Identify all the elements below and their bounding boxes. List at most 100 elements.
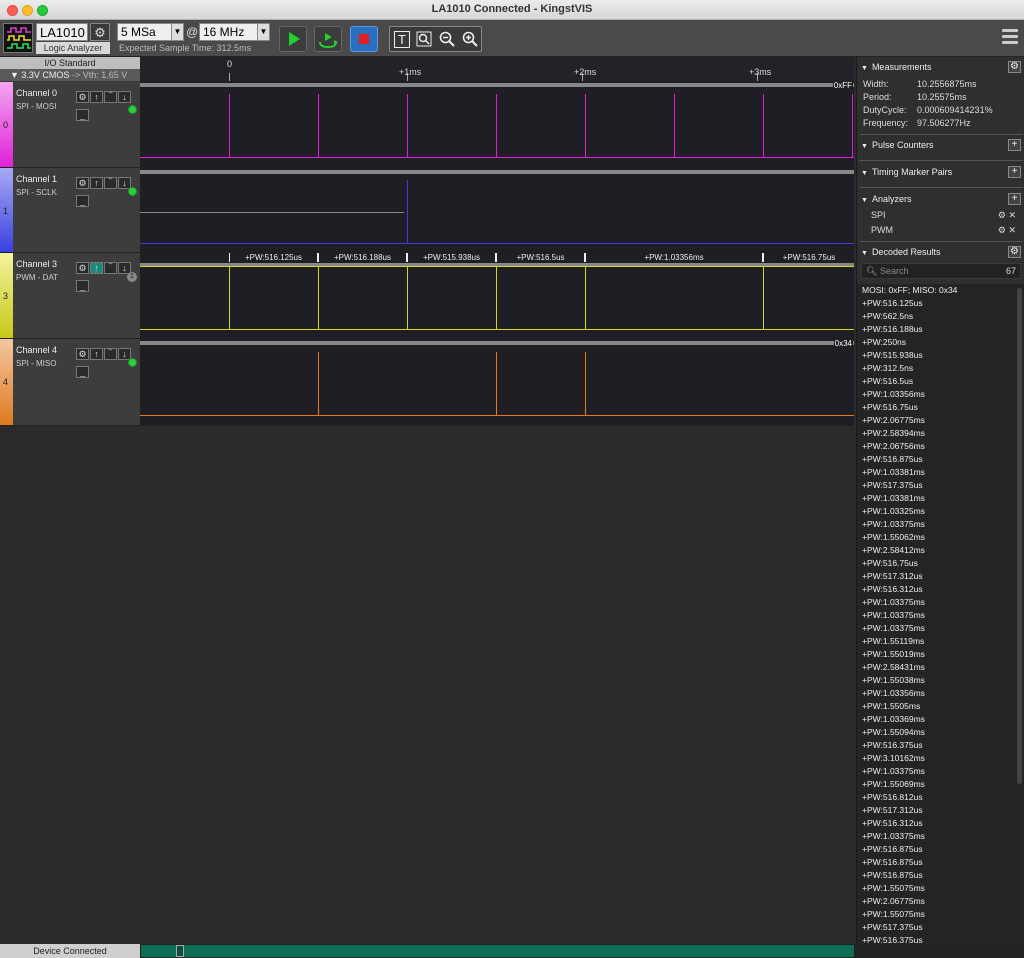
decoded-result-item[interactable]: +PW:516.375us: [857, 934, 1024, 944]
gear-icon[interactable]: ⚙: [1008, 246, 1021, 258]
close-icon[interactable]: ✕: [1008, 225, 1016, 235]
decoded-result-item[interactable]: +PW:516.875us: [857, 856, 1024, 869]
decoded-result-item[interactable]: +PW:3.10162ms: [857, 752, 1024, 765]
decoded-result-item[interactable]: +PW:1.03381ms: [857, 466, 1024, 479]
decoded-result-item[interactable]: +PW:1.55062ms: [857, 531, 1024, 544]
search-input[interactable]: 🔍︎ Search 67: [861, 263, 1021, 279]
decoded-result-item[interactable]: +PW:516.188us: [857, 323, 1024, 336]
decoded-result-item[interactable]: +PW:517.375us: [857, 921, 1024, 934]
decoded-result-item[interactable]: +PW:1.03356ms: [857, 687, 1024, 700]
overview-handle[interactable]: [176, 945, 184, 957]
decoded-result-item[interactable]: +PW:1.55019ms: [857, 648, 1024, 661]
decoded-result-item[interactable]: +PW:2.58431ms: [857, 661, 1024, 674]
decoded-result-item[interactable]: +PW:516.5us: [857, 375, 1024, 388]
decoded-result-item[interactable]: +PW:516.312us: [857, 583, 1024, 596]
pwm-decode-label[interactable]: +PW:515.938us: [407, 253, 496, 262]
analyzer-item-pwm[interactable]: PWM: [871, 225, 893, 235]
zoom-in-icon[interactable]: [460, 30, 480, 49]
decoded-result-item[interactable]: +PW:2.06756ms: [857, 440, 1024, 453]
decoded-results-list[interactable]: MOSI: 0xFF; MISO: 0x34 +PW:516.125us +PW:5…: [857, 284, 1024, 944]
channel-row-0[interactable]: 0 Channel 0 SPI - MOSI ⚙ ↑ ‾ ↓ _: [0, 82, 140, 168]
io-standard-select[interactable]: ▼ 3.3V CMOS -> Vth: 1.65 V: [0, 69, 140, 81]
high-level-icon[interactable]: ‾: [104, 177, 117, 189]
rising-edge-icon[interactable]: ↑: [90, 348, 103, 360]
decoded-result-item[interactable]: +PW:1.03375ms: [857, 830, 1024, 843]
decoded-result-item[interactable]: +PW:516.375us: [857, 739, 1024, 752]
decoded-result-item[interactable]: +PW:1.03375ms: [857, 609, 1024, 622]
low-level-icon[interactable]: _: [76, 366, 89, 378]
decoded-result-item[interactable]: +PW:516.125us: [857, 297, 1024, 310]
decoded-result-item[interactable]: +PW:1.55119ms: [857, 635, 1024, 648]
rising-edge-icon[interactable]: ↑: [90, 262, 103, 274]
low-level-icon[interactable]: _: [76, 280, 89, 292]
pwm-decode-label[interactable]: +PW:516.75us: [763, 253, 854, 262]
decoded-result-item[interactable]: +PW:250ns: [857, 336, 1024, 349]
decoded-result-item[interactable]: +PW:1.55075ms: [857, 908, 1024, 921]
low-level-icon[interactable]: _: [76, 195, 89, 207]
decoded-result-item[interactable]: +PW:516.812us: [857, 791, 1024, 804]
decoded-result-item[interactable]: +PW:1.03325ms: [857, 505, 1024, 518]
decoded-result-item[interactable]: +PW:517.375us: [857, 479, 1024, 492]
add-icon[interactable]: +: [1008, 193, 1021, 205]
decoded-result-item[interactable]: +PW:517.312us: [857, 570, 1024, 583]
decoded-result-item[interactable]: +PW:516.875us: [857, 453, 1024, 466]
channel-row-1[interactable]: 1 Channel 1 SPI - SCLK ⚙ ↑ ‾ ↓_: [0, 168, 140, 253]
channel-row-3[interactable]: 3 Channel 3 PWM - DAT ⚙ ↑ ‾ ↓_ 1: [0, 253, 140, 339]
decoded-result-item[interactable]: +PW:516.75us: [857, 557, 1024, 570]
decoded-result-item[interactable]: +PW:1.03375ms: [857, 622, 1024, 635]
decoded-result-item[interactable]: +PW:1.03356ms: [857, 388, 1024, 401]
pulse-counters-header[interactable]: ▼ Pulse Counters +: [857, 138, 1024, 152]
gear-icon[interactable]: ⚙: [998, 210, 1006, 220]
gear-icon[interactable]: ⚙: [76, 177, 89, 189]
decoded-results-header[interactable]: ▼ Decoded Results ⚙: [857, 245, 1024, 259]
rising-edge-icon[interactable]: ↑: [90, 91, 103, 103]
close-icon[interactable]: ✕: [1008, 210, 1016, 220]
decoded-result-item[interactable]: MOSI: 0xFF; MISO: 0x34: [857, 284, 1024, 297]
waveform-view[interactable]: 0 +1ms +2ms +3ms 0xFF +PW:516.125us +PW:…: [140, 57, 854, 426]
high-level-icon[interactable]: ‾: [104, 91, 117, 103]
decoded-result-item[interactable]: +PW:562.5ns: [857, 310, 1024, 323]
stop-button[interactable]: [350, 26, 378, 52]
gear-icon[interactable]: ⚙: [76, 262, 89, 274]
decoded-result-item[interactable]: +PW:2.58394ms: [857, 427, 1024, 440]
decoded-result-item[interactable]: +PW:1.55038ms: [857, 674, 1024, 687]
zoom-fit-icon[interactable]: [414, 30, 434, 49]
decoded-result-item[interactable]: +PW:1.55069ms: [857, 778, 1024, 791]
high-level-icon[interactable]: ‾: [104, 262, 117, 274]
decoded-result-item[interactable]: +PW:1.5505ms: [857, 700, 1024, 713]
add-icon[interactable]: +: [1008, 139, 1021, 151]
add-icon[interactable]: +: [1008, 166, 1021, 178]
pwm-decode-label[interactable]: +PW:1.03356ms: [585, 253, 763, 262]
zoom-out-icon[interactable]: [437, 30, 457, 49]
timing-marker-pairs-header[interactable]: ▼ Timing Marker Pairs +: [857, 165, 1024, 179]
text-icon[interactable]: T: [392, 30, 412, 49]
decoded-result-item[interactable]: +PW:517.312us: [857, 804, 1024, 817]
decoded-result-item[interactable]: +PW:1.03375ms: [857, 765, 1024, 778]
decoded-result-item[interactable]: +PW:1.03375ms: [857, 596, 1024, 609]
sample-rate-select[interactable]: 16 MHz ▼: [199, 23, 270, 41]
start-button[interactable]: [279, 26, 307, 52]
measurements-header[interactable]: ▼ Measurements ⚙: [857, 60, 1024, 74]
menu-icon[interactable]: [1002, 29, 1018, 47]
results-scrollbar[interactable]: [1017, 288, 1022, 784]
decoded-result-item[interactable]: +PW:2.06775ms: [857, 895, 1024, 908]
device-settings-gear-icon[interactable]: ⚙: [90, 23, 110, 41]
decoded-result-item[interactable]: +PW:516.875us: [857, 869, 1024, 882]
gear-icon[interactable]: ⚙: [998, 225, 1006, 235]
pwm-decode-label[interactable]: +PW:516.188us: [318, 253, 407, 262]
decoded-result-item[interactable]: +PW:2.58412ms: [857, 544, 1024, 557]
falling-edge-icon[interactable]: ↓: [118, 91, 131, 103]
device-name-field[interactable]: LA1010: [36, 23, 88, 41]
analyzers-header[interactable]: ▼ Analyzers +: [857, 192, 1024, 206]
decoded-result-item[interactable]: +PW:1.03369ms: [857, 713, 1024, 726]
pwm-decode-label[interactable]: +PW:516.5us: [496, 253, 585, 262]
time-ruler[interactable]: 0 +1ms +2ms +3ms: [140, 57, 854, 81]
decoded-result-item[interactable]: +PW:516.75us: [857, 401, 1024, 414]
gear-icon[interactable]: ⚙: [1008, 61, 1021, 73]
decoded-result-item[interactable]: +PW:2.06775ms: [857, 414, 1024, 427]
decoded-result-item[interactable]: +PW:1.03381ms: [857, 492, 1024, 505]
decoded-result-item[interactable]: +PW:516.312us: [857, 817, 1024, 830]
loop-button[interactable]: [314, 26, 342, 52]
sample-count-select[interactable]: 5 MSa ▼: [117, 23, 184, 41]
decoded-result-item[interactable]: +PW:515.938us: [857, 349, 1024, 362]
